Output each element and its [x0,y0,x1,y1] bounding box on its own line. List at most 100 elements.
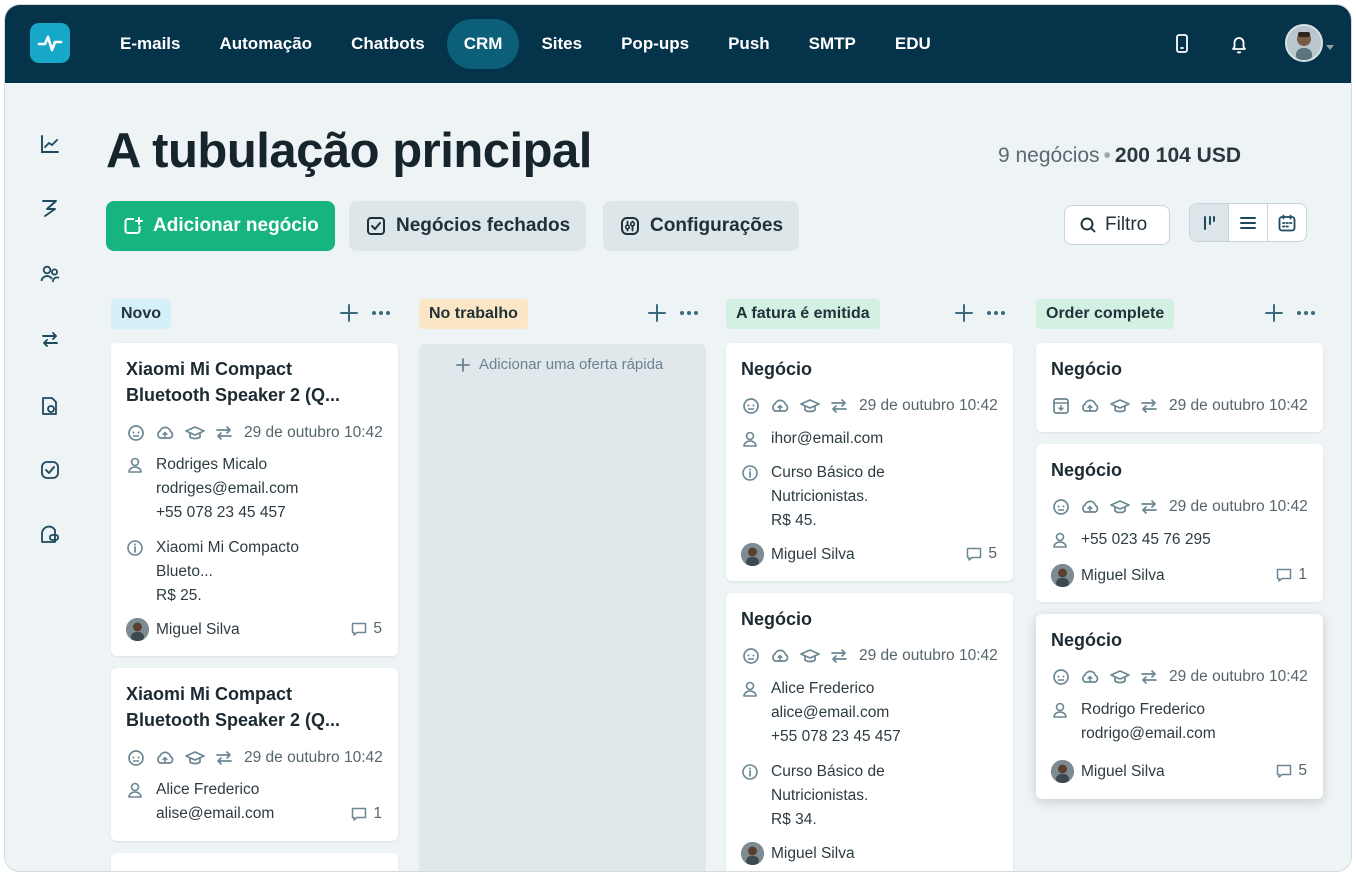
deal-card[interactable]: Negócio 29 de outubro 10:42 ihor@email.c… [726,343,1013,581]
deal-title: Xiaomi Mi Compact Bluetooth Speaker 2 (Q.… [126,684,341,730]
deal-meta-row: 29 de outubro 10:42 [126,423,383,443]
user-icon [743,431,757,447]
user-icon [1053,702,1067,718]
search-icon [1080,217,1096,233]
kanban-icon [1204,215,1215,230]
comment-icon [352,807,367,821]
comment-icon [967,547,982,561]
chat-bot-icon [1053,499,1069,515]
bell-icon[interactable] [1227,32,1251,56]
more-icon[interactable] [678,302,700,324]
transfer-icon [216,426,232,440]
list-view-button[interactable] [1229,204,1268,241]
plus-icon[interactable] [953,302,975,324]
wallet-icon[interactable] [39,524,61,546]
nav-smtp[interactable]: SMTP [792,19,873,69]
closed-deals-button[interactable]: Negócios fechados [349,201,587,251]
filter-button[interactable]: Filtro [1064,205,1170,245]
deal-card[interactable]: Negócio 29 de outubro 10:42 +55 023 45 7… [1036,444,1323,602]
comments-count[interactable]: 5 [1275,762,1307,780]
deal-title: Negócio [741,609,813,629]
graduation-icon [800,649,820,663]
chart-icon[interactable] [39,133,61,155]
plus-icon[interactable] [338,302,360,324]
column-header: No trabalho [419,299,706,329]
more-icon[interactable] [370,302,392,324]
nav-emails[interactable]: E-mails [103,19,197,69]
chevron-down-icon[interactable] [1326,45,1334,50]
avatar [1051,760,1074,783]
nav-crm[interactable]: CRM [446,19,520,69]
column-title: A fatura é emitida [726,299,880,329]
quick-add-link[interactable]: Adicionar uma oferta rápida [455,356,663,373]
cloud-upload-icon [1082,399,1099,412]
nav-sites[interactable]: Sites [524,19,599,69]
nav-automacao[interactable]: Automação [202,19,329,69]
deal-owner[interactable]: Miguel Silva [1051,564,1165,587]
product-details: Xiaomi Mi Compacto Blueto... R$ 25. [156,539,299,604]
cloud-upload-icon [1082,500,1099,513]
contact-details: Alice Frederico alise@email.com [156,781,275,822]
deal-card[interactable]: Negócio 29 de outubro 10:42 [1036,343,1323,432]
tasks-icon[interactable] [39,459,61,481]
add-card-icon [124,217,143,234]
deal-owner[interactable]: Miguel Silva [741,842,855,865]
deal-owner[interactable]: Miguel Silva [741,543,855,566]
deal-date: 29 de outubro 10:42 [859,647,998,664]
comments-count[interactable]: 1 [350,805,382,823]
more-icon[interactable] [985,302,1007,324]
cloud-upload-icon [772,649,789,662]
deal-date: 29 de outubro 10:42 [244,424,383,441]
add-deal-button[interactable]: Adicionar negócio [106,201,335,251]
nav-popups[interactable]: Pop-ups [604,19,706,69]
settings-button[interactable]: Configurações [603,201,800,251]
deal-card[interactable] [111,853,398,871]
comments-count[interactable]: 5 [350,620,382,638]
deal-card[interactable]: Negócio 29 de outubro 10:42 Rodrigo Fred… [1036,614,1323,799]
deal-meta-row: 29 de outubro 10:42 [1051,667,1308,687]
list-icon [1240,216,1256,229]
deal-card[interactable]: Xiaomi Mi Compact Bluetooth Speaker 2 (Q.… [111,668,398,841]
nav-push[interactable]: Push [711,19,787,69]
automation-icon[interactable] [39,197,61,219]
deal-card[interactable]: Negócio 29 de outubro 10:42 Alice Freder… [726,593,1013,871]
deal-card[interactable]: Xiaomi Mi Compact Bluetooth Speaker 2 (Q.… [111,343,398,656]
user-avatar[interactable] [1285,24,1323,62]
deal-owner[interactable]: Miguel Silva [126,618,240,641]
archive-icon [1053,398,1069,414]
mobile-icon[interactable] [1170,32,1194,56]
deal-meta-row: 29 de outubro 10:42 [1051,396,1308,416]
deal-date: 29 de outubro 10:42 [1169,498,1308,515]
deal-owner[interactable]: Miguel Silva [1051,760,1165,783]
column-title: Novo [111,299,171,329]
graduation-icon [185,426,205,440]
plus-icon[interactable] [646,302,668,324]
avatar [741,543,764,566]
more-icon[interactable] [1295,302,1317,324]
calendar-icon [1278,214,1296,231]
deals-count: 9 negócios [997,144,1100,167]
cloud-upload-icon [1082,670,1099,683]
contacts-icon[interactable] [39,263,61,285]
comments-count[interactable]: 5 [965,545,997,563]
sidebar [5,83,95,871]
nav-edu[interactable]: EDU [878,19,948,69]
deal-date: 29 de outubro 10:42 [244,749,383,766]
nav-chatbots[interactable]: Chatbots [334,19,442,69]
transfer-icon[interactable] [39,328,61,350]
avatar [741,842,764,865]
deal-title: Negócio [1051,460,1123,480]
kanban-view-button[interactable] [1190,204,1229,241]
comments-count[interactable]: 1 [1275,566,1307,584]
avatar [1051,564,1074,587]
documents-icon[interactable] [39,395,61,417]
graduation-icon [1110,670,1130,684]
logo-icon[interactable] [30,23,70,63]
graduation-icon [185,751,205,765]
checkbox-icon [367,217,385,235]
product-details: Curso Básico de Nutricionistas. R$ 34. [771,763,885,828]
user-icon [1053,532,1067,548]
plus-icon[interactable] [1263,302,1285,324]
filter-label: Filtro [1105,214,1148,235]
calendar-view-button[interactable] [1268,204,1306,241]
